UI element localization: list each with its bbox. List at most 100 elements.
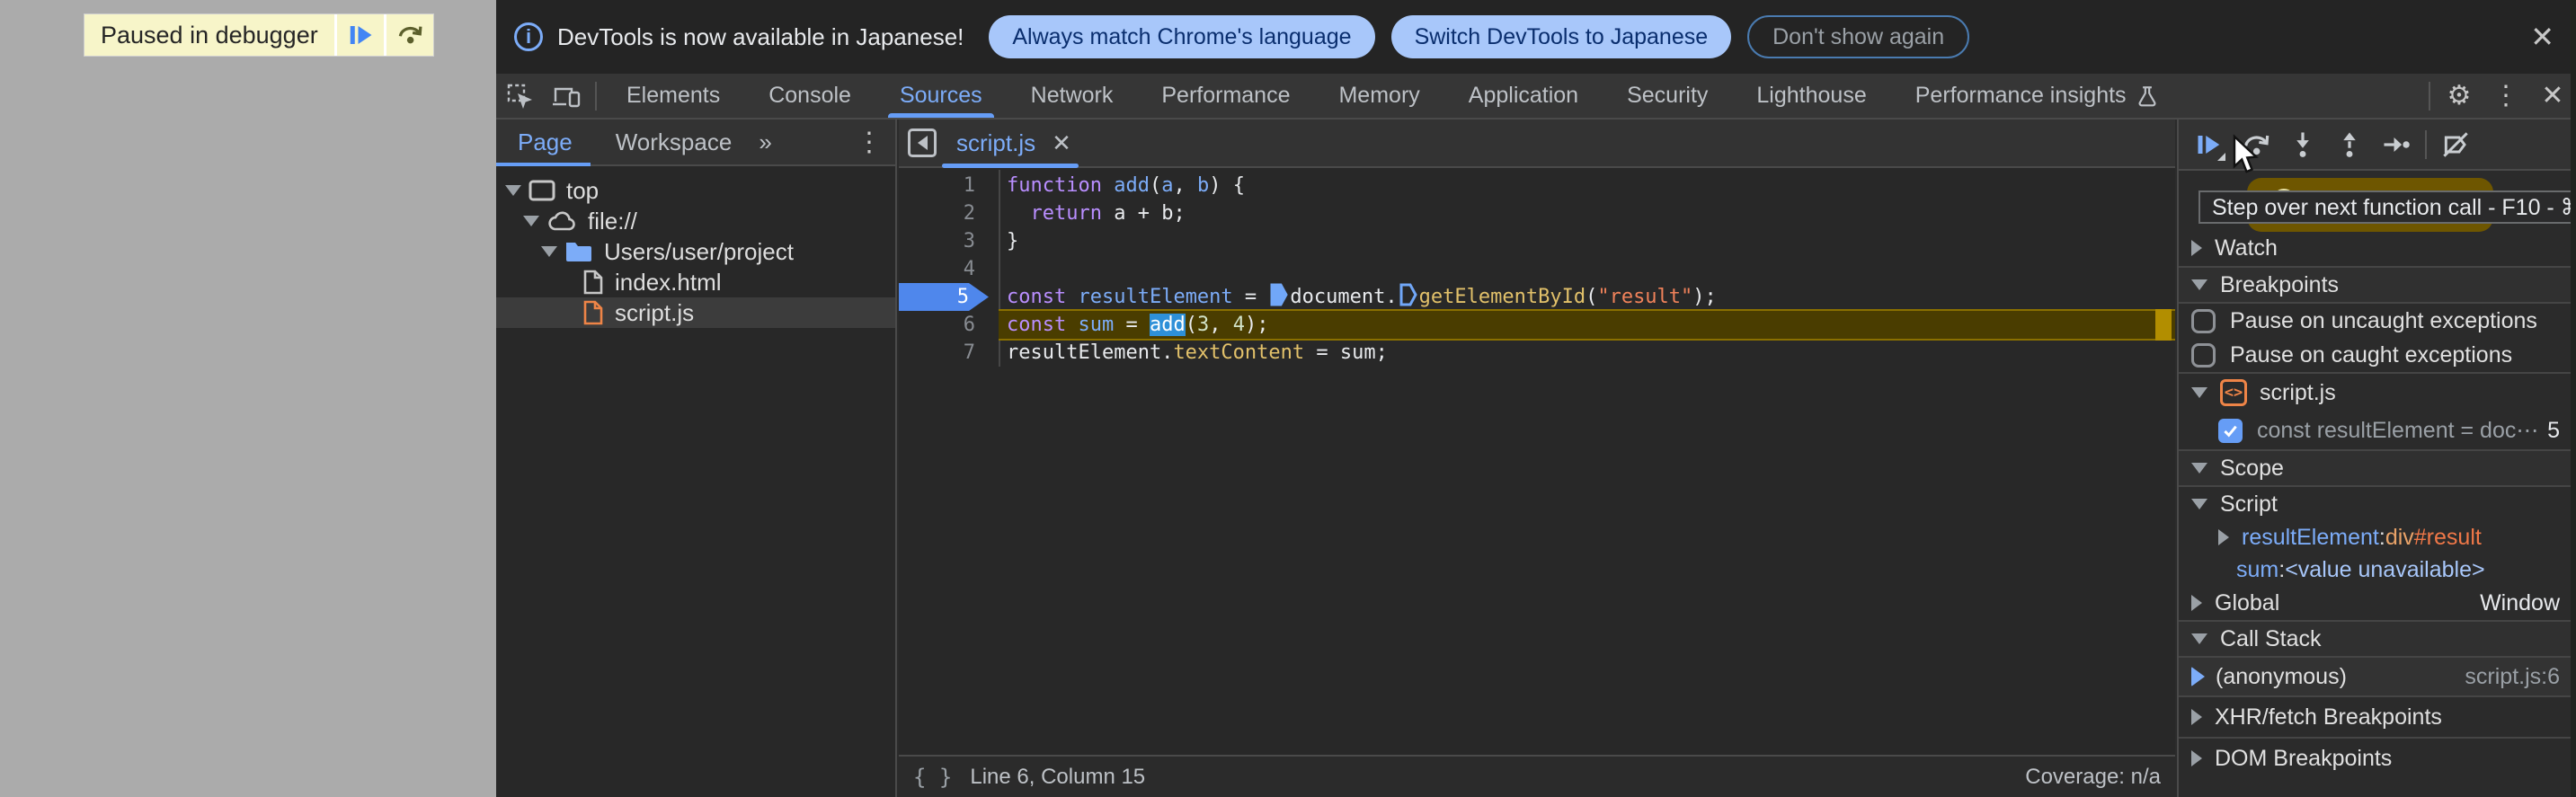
resume-script-button[interactable] bbox=[336, 14, 384, 56]
code-view[interactable]: 1 function add(a, b) {2 return a + b; 3} 4 5… bbox=[899, 170, 2175, 367]
chevron-right-icon[interactable] bbox=[2191, 595, 2202, 611]
breakpoint-checkbox[interactable] bbox=[2218, 418, 2243, 443]
checkbox-pause-on-uncaught-exceptions[interactable]: Pause on uncaught exceptions bbox=[2179, 304, 2576, 338]
tab-sources[interactable]: Sources bbox=[875, 74, 1007, 118]
chevron-right-icon[interactable] bbox=[2191, 750, 2202, 766]
more-tabs-icon[interactable]: » bbox=[753, 128, 773, 156]
line-number[interactable]: 6 bbox=[899, 311, 999, 339]
tree-item-label: script.js bbox=[615, 298, 695, 326]
step-out-button[interactable] bbox=[2326, 122, 2373, 167]
editor-tab-scriptjs[interactable]: script.js ✕ bbox=[942, 120, 1079, 168]
chevron-down-icon[interactable] bbox=[2191, 463, 2207, 474]
code-text: } bbox=[999, 227, 2175, 255]
header-scope[interactable]: Scope bbox=[2179, 449, 2576, 487]
more-options-icon[interactable]: ⋮ bbox=[2483, 80, 2529, 111]
chevron-down-icon[interactable] bbox=[2191, 279, 2207, 290]
tab-lighthouse[interactable]: Lighthouse bbox=[1732, 74, 1890, 118]
tab-label: Performance bbox=[1161, 83, 1291, 108]
tab-elements[interactable]: Elements bbox=[602, 74, 744, 118]
switch-to-japanese-button[interactable]: Switch DevTools to Japanese bbox=[1390, 15, 1732, 58]
collapsed-dom-breakpoints[interactable]: DOM Breakpoints bbox=[2179, 737, 2576, 778]
frame--anonymous-[interactable]: (anonymous) script.js:6 bbox=[2179, 658, 2576, 695]
chevron-down-icon[interactable] bbox=[2191, 499, 2207, 509]
navigator-menu-icon[interactable]: ⋮ bbox=[856, 127, 895, 158]
expand-arrow-icon[interactable] bbox=[541, 246, 557, 257]
tab-performance-insights[interactable]: Performance insights bbox=[1891, 74, 2183, 118]
code-line-1[interactable]: 1 function add(a, b) { bbox=[899, 172, 2175, 199]
header-call-stack[interactable]: Call Stack bbox=[2179, 620, 2576, 658]
tree-item-users-user-project[interactable]: Users/user/project bbox=[496, 236, 895, 267]
tab-memory[interactable]: Memory bbox=[1314, 74, 1443, 118]
hide-navigator-icon[interactable] bbox=[908, 128, 937, 157]
expand-arrow-icon[interactable] bbox=[505, 185, 521, 196]
prop-unavailable-sum[interactable]: sum: <value unavailable> bbox=[2179, 553, 2576, 586]
tab-label: Performance insights bbox=[1914, 83, 2127, 108]
tab-performance[interactable]: Performance bbox=[1137, 74, 1314, 118]
chevron-down-icon[interactable] bbox=[2191, 387, 2207, 398]
dont-show-again-button[interactable]: Don't show again bbox=[1747, 15, 1970, 58]
line-number[interactable]: 3 bbox=[899, 227, 999, 255]
prop-node-resultelement[interactable]: resultElement: div#result bbox=[2179, 521, 2576, 553]
code-line-4[interactable]: 4 bbox=[899, 255, 2175, 283]
collapsed-xhr-fetch-breakpoints[interactable]: XHR/fetch Breakpoints bbox=[2179, 695, 2576, 737]
line-number[interactable]: 2 bbox=[899, 199, 999, 227]
token-pl: resultElement. bbox=[1007, 341, 1174, 364]
line-number[interactable]: 7 bbox=[899, 339, 999, 367]
devtools-close-icon[interactable]: ✕ bbox=[2529, 80, 2576, 111]
always-match-language-button[interactable]: Always match Chrome's language bbox=[989, 15, 1375, 58]
expand-arrow-icon[interactable] bbox=[523, 216, 539, 226]
chevron-right-icon[interactable] bbox=[2218, 529, 2229, 545]
code-line-7[interactable]: 7 resultElement.textContent = sum; bbox=[899, 339, 2175, 367]
line-number[interactable]: 4 bbox=[899, 255, 999, 283]
tab-security[interactable]: Security bbox=[1603, 74, 1732, 118]
global-global[interactable]: Global Window bbox=[2179, 586, 2576, 620]
header-breakpoints[interactable]: Breakpoints bbox=[2179, 266, 2576, 304]
code-line-2[interactable]: 2 return a + b; bbox=[899, 199, 2175, 227]
step-button[interactable] bbox=[2373, 122, 2420, 167]
tab-page[interactable]: Page bbox=[496, 120, 594, 166]
tab-workspace[interactable]: Workspace bbox=[594, 120, 754, 164]
step-into-button[interactable] bbox=[2279, 122, 2326, 167]
tab-label: Network bbox=[1030, 83, 1114, 108]
inline-breakpoint-icon[interactable] bbox=[1399, 283, 1417, 306]
tree-item-file-[interactable]: file:// bbox=[496, 206, 895, 236]
chevron-right-icon[interactable] bbox=[2191, 240, 2202, 256]
infobar-close-icon[interactable]: ✕ bbox=[2530, 22, 2554, 51]
checkbox-pause-on-caught-exceptions[interactable]: Pause on caught exceptions bbox=[2179, 338, 2576, 372]
code-line-6[interactable]: 6 const sum = add(3, 4); bbox=[899, 309, 2175, 341]
code-text: const resultElement = document. getElemen… bbox=[999, 283, 2175, 311]
subheader-script[interactable]: Script bbox=[2179, 487, 2576, 521]
token-pl: ); bbox=[1244, 314, 1269, 336]
device-toolbar-icon[interactable] bbox=[543, 75, 590, 117]
chevron-down-icon[interactable] bbox=[2191, 633, 2207, 644]
tree-item-label: Users/user/project bbox=[604, 237, 794, 265]
pretty-print-icon[interactable]: { } bbox=[913, 765, 952, 790]
code-line-3[interactable]: 3} bbox=[899, 227, 2175, 255]
inline-breakpoint-icon[interactable] bbox=[1270, 283, 1289, 306]
token-pl: = sum; bbox=[1304, 341, 1388, 364]
tab-close-icon[interactable]: ✕ bbox=[1052, 129, 1071, 157]
tree-item-top[interactable]: top bbox=[496, 175, 895, 206]
breakpoint-const-resultelement-doc-[interactable]: const resultElement = doc⋯ 5 bbox=[2179, 412, 2576, 449]
infobar-message: DevTools is now available in Japanese! bbox=[557, 22, 964, 50]
resume-button[interactable] bbox=[2186, 122, 2233, 167]
checkbox[interactable] bbox=[2191, 308, 2216, 333]
tree-item-index-html[interactable]: index.html bbox=[496, 267, 895, 297]
tab-application[interactable]: Application bbox=[1444, 74, 1603, 118]
deactivate-breakpoints-button[interactable] bbox=[2432, 122, 2479, 167]
right-label: script.js:6 bbox=[2465, 663, 2560, 689]
toolbar-separator bbox=[2429, 81, 2430, 111]
debugger-toolbar-separator bbox=[2425, 129, 2427, 159]
settings-gear-icon[interactable]: ⚙ bbox=[2436, 80, 2483, 111]
line-number[interactable]: 1 bbox=[899, 172, 999, 199]
tab-console[interactable]: Console bbox=[744, 74, 875, 118]
step-over-banner-button[interactable] bbox=[386, 14, 433, 56]
tree-item-script-js[interactable]: script.js bbox=[496, 297, 895, 328]
chevron-right-icon[interactable] bbox=[2191, 709, 2202, 725]
code-line-5[interactable]: 55const resultElement = document.getElem… bbox=[899, 283, 2175, 311]
inspect-element-icon[interactable] bbox=[496, 75, 543, 117]
header-collapsed-watch[interactable]: Watch bbox=[2179, 230, 2576, 266]
group-script-js[interactable]: <> script.js bbox=[2179, 372, 2576, 412]
tab-network[interactable]: Network bbox=[1007, 74, 1138, 118]
checkbox[interactable] bbox=[2191, 342, 2216, 368]
